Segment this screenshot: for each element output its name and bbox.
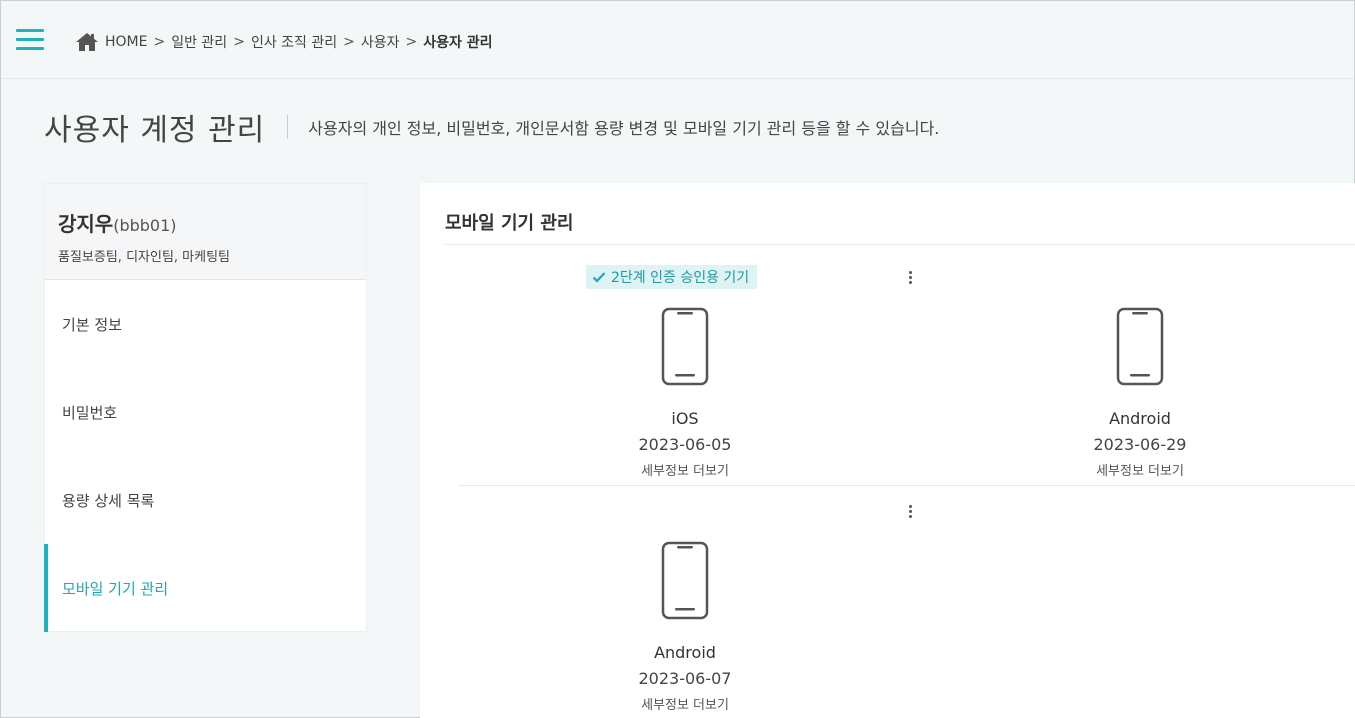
breadcrumb-item-users[interactable]: 사용자 bbox=[361, 32, 400, 52]
sidebar-item-mobile-devices[interactable]: 모바일 기기 관리 bbox=[44, 544, 366, 632]
sidebar-item-label: 용량 상세 목록 bbox=[62, 491, 155, 510]
sidebar-item-password[interactable]: 비밀번호 bbox=[45, 368, 366, 456]
hamburger-icon[interactable] bbox=[16, 29, 44, 51]
smartphone-icon bbox=[661, 541, 709, 620]
sidebar-item-basic-info[interactable]: 기본 정보 bbox=[45, 280, 366, 368]
sidebar-item-storage-list[interactable]: 용량 상세 목록 bbox=[45, 456, 366, 544]
device-details-link[interactable]: 세부정보 더보기 bbox=[585, 694, 785, 713]
device-os: Android bbox=[654, 643, 716, 662]
kebab-icon[interactable] bbox=[903, 268, 917, 286]
user-name: 강지우 bbox=[58, 212, 114, 236]
device-card: Android 2023-06-29 세부정보 더보기 bbox=[1040, 307, 1240, 479]
divider bbox=[458, 485, 1355, 486]
breadcrumb: HOME > 일반 관리 > 인사 조직 관리 > 사용자 > 사용자 관리 bbox=[75, 31, 493, 53]
device-os: Android bbox=[1109, 409, 1171, 428]
breadcrumb-separator: > bbox=[233, 34, 245, 50]
breadcrumb-item-general[interactable]: 일반 관리 bbox=[171, 32, 227, 52]
smartphone-icon bbox=[1116, 307, 1164, 386]
page-description: 사용자의 개인 정보, 비밀번호, 개인문서함 용량 변경 및 모바일 기기 관… bbox=[308, 119, 940, 138]
sidebar-item-label: 기본 정보 bbox=[62, 315, 122, 334]
page-title: 사용자 계정 관리 bbox=[44, 113, 266, 148]
device-card: Android 2023-06-07 세부정보 더보기 bbox=[585, 541, 785, 713]
breadcrumb-separator: > bbox=[153, 34, 166, 50]
breadcrumb-separator: > bbox=[343, 34, 355, 50]
badge-label: 2단계 인증 승인용 기기 bbox=[611, 270, 750, 286]
device-details-link[interactable]: 세부정보 더보기 bbox=[585, 460, 785, 479]
device-card: iOS 2023-06-05 세부정보 더보기 bbox=[585, 307, 785, 479]
device-details-link[interactable]: 세부정보 더보기 bbox=[1040, 460, 1240, 479]
user-id: (bbb01) bbox=[113, 216, 177, 235]
device-date: 2023-06-05 bbox=[638, 435, 732, 454]
divider bbox=[445, 244, 1355, 245]
user-name-line: 강지우(bbb01) bbox=[58, 208, 366, 237]
device-date: 2023-06-07 bbox=[638, 669, 732, 688]
page-header: 사용자 계정 관리 사용자의 개인 정보, 비밀번호, 개인문서함 용량 변경 … bbox=[44, 107, 940, 148]
breadcrumb-item-hr-org[interactable]: 인사 조직 관리 bbox=[251, 32, 337, 52]
breadcrumb-current: 사용자 관리 bbox=[423, 35, 493, 51]
section-title: 모바일 기기 관리 bbox=[445, 213, 574, 234]
breadcrumb-separator: > bbox=[405, 34, 418, 50]
top-bar: HOME > 일반 관리 > 인사 조직 관리 > 사용자 > 사용자 관리 bbox=[1, 1, 1354, 79]
two-factor-badge: 2단계 인증 승인용 기기 bbox=[586, 265, 758, 289]
device-date: 2023-06-29 bbox=[1093, 435, 1187, 454]
user-teams: 품질보증팀, 디자인팀, 마케팅팀 bbox=[58, 250, 231, 265]
title-divider bbox=[287, 115, 289, 139]
sidebar-item-label: 비밀번호 bbox=[62, 403, 118, 422]
kebab-icon[interactable] bbox=[903, 502, 917, 520]
home-icon[interactable] bbox=[75, 32, 99, 52]
sidebar: 강지우(bbb01) 품질보증팀, 디자인팀, 마케팅팀 기본 정보 비밀번호 … bbox=[44, 183, 367, 632]
main-panel: 모바일 기기 관리 2단계 인증 승인용 기기 iOS 2023-06-05 세… bbox=[420, 183, 1355, 718]
check-icon bbox=[592, 271, 606, 283]
sidebar-item-label: 모바일 기기 관리 bbox=[62, 579, 169, 598]
device-os: iOS bbox=[671, 409, 699, 428]
smartphone-icon bbox=[661, 307, 709, 386]
user-summary: 강지우(bbb01) 품질보증팀, 디자인팀, 마케팅팀 bbox=[45, 184, 366, 280]
breadcrumb-home[interactable]: HOME bbox=[105, 34, 147, 50]
